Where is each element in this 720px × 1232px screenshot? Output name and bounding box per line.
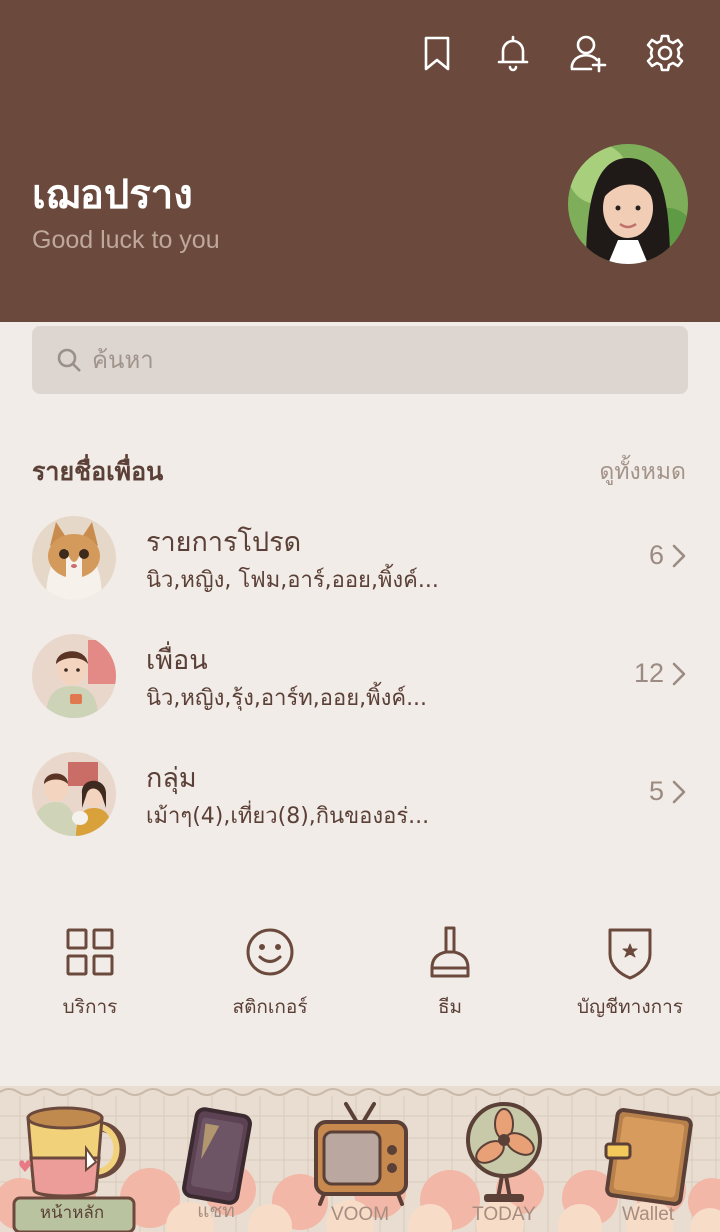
cat-thumbnail <box>32 516 116 600</box>
list-item-groups[interactable]: กลุ่ม เม้าๆ(4),เที่ยว(8),กินของอร่... 5 <box>0 740 720 844</box>
shortcut-label: บัญชีทางการ <box>577 996 683 1018</box>
themes-shortcut[interactable]: ธีม <box>360 920 540 1040</box>
friend-illustration-thumbnail <box>32 634 116 718</box>
profile-name[interactable]: เฌอปราง <box>32 162 193 226</box>
list-item-subtitle: นิว,หญิง,รุ้ง,อาร์ท,ออย,พิ้งค์... <box>146 686 428 711</box>
tab-label: หน้าหลัก <box>39 1203 105 1223</box>
smiley-icon <box>246 928 294 976</box>
stickers-shortcut[interactable]: สติกเกอร์ <box>180 920 360 1040</box>
list-item-title: รายการโปรด <box>146 527 302 558</box>
chevron-right-icon <box>670 542 688 570</box>
tab-voom[interactable]: VOOM <box>288 1086 432 1232</box>
tab-home[interactable]: หน้าหลัก <box>0 1086 144 1232</box>
shortcut-row: บริการ สติกเกอร์ ธีม บัญชีทางการ <box>0 920 720 1040</box>
search-input[interactable] <box>92 346 652 374</box>
grid-icon <box>66 928 114 976</box>
chevron-right-icon <box>670 660 688 688</box>
search-bar[interactable] <box>32 326 688 394</box>
list-item-subtitle: เม้าๆ(4),เที่ยว(8),กินของอร่... <box>146 804 430 829</box>
brush-icon <box>430 926 470 978</box>
bottom-tab-bar: หน้าหลัก แชท VOOM TODAY Wallet <box>0 1086 720 1232</box>
shortcut-label: สติกเกอร์ <box>232 996 308 1018</box>
group-illustration-thumbnail <box>32 752 116 836</box>
search-icon <box>57 348 81 372</box>
tab-label: แชท <box>197 1201 235 1222</box>
list-item-subtitle: นิว,หญิง, โฟม,อาร์,ออย,พิ้งค์... <box>146 568 439 593</box>
tab-today[interactable]: TODAY <box>432 1086 576 1232</box>
tab-wallet[interactable]: Wallet <box>576 1086 720 1232</box>
services-shortcut[interactable]: บริการ <box>0 920 180 1040</box>
list-item-title: กลุ่ม <box>146 763 197 794</box>
gear-icon[interactable] <box>644 32 686 74</box>
tab-label: Wallet <box>621 1204 675 1225</box>
tab-label: VOOM <box>330 1204 390 1225</box>
list-item-title: เพื่อน <box>146 645 208 676</box>
list-item-count: 12 <box>633 658 664 688</box>
list-item-favorites[interactable]: รายการโปรด นิว,หญิง, โฟม,อาร์,ออย,พิ้งค์… <box>0 504 720 608</box>
see-all-link[interactable]: ดูทั้งหมด <box>599 454 686 490</box>
chevron-right-icon <box>670 778 688 806</box>
tab-chat[interactable]: แชท <box>144 1086 288 1232</box>
header-actions <box>416 32 686 74</box>
status-message[interactable]: Good luck to you <box>32 226 220 255</box>
shortcut-label: ธีม <box>437 996 463 1018</box>
official-accounts-shortcut[interactable]: บัญชีทางการ <box>540 920 720 1040</box>
bookmark-icon[interactable] <box>416 32 458 74</box>
avatar[interactable] <box>568 144 688 264</box>
shortcut-label: บริการ <box>62 996 118 1018</box>
shield-star-icon <box>608 928 652 980</box>
tab-label: TODAY <box>472 1204 536 1225</box>
profile-header: เฌอปราง Good luck to you <box>0 0 720 322</box>
add-friend-icon[interactable] <box>568 32 610 74</box>
list-item-count: 5 <box>648 776 664 806</box>
list-item-count: 6 <box>648 540 664 570</box>
section-title: รายชื่อเพื่อน <box>32 457 164 486</box>
list-item-friends[interactable]: เพื่อน นิว,หญิง,รุ้ง,อาร์ท,ออย,พิ้งค์...… <box>0 622 720 726</box>
bell-icon[interactable] <box>492 32 534 74</box>
